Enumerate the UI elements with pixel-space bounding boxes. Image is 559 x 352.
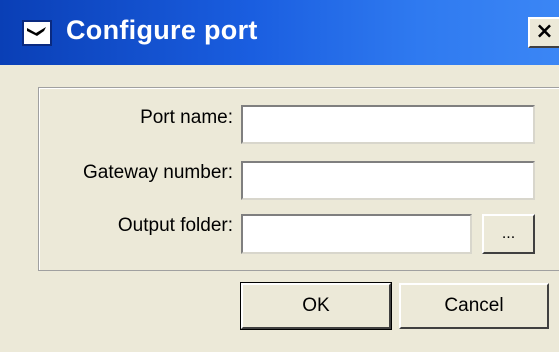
gateway-number-field[interactable] (241, 161, 535, 200)
port-name-field[interactable] (241, 105, 535, 144)
output-folder-field[interactable] (241, 214, 472, 254)
gateway-number-label: Gateway number: (83, 162, 233, 183)
cancel-button[interactable]: Cancel (399, 283, 549, 329)
window-title: Configure port (66, 15, 258, 45)
port-name-label: Port name: (140, 107, 233, 128)
title-bar[interactable]: Configure port × (0, 0, 559, 65)
configure-port-dialog: Configure port × Port name: Gateway numb… (0, 0, 559, 352)
ok-button[interactable]: OK (240, 282, 392, 330)
close-icon: × (535, 19, 554, 44)
close-button[interactable]: × (528, 17, 559, 48)
port-window-icon (22, 20, 52, 46)
browse-folder-button[interactable]: ... (482, 214, 535, 254)
output-folder-label: Output folder: (117, 215, 233, 236)
